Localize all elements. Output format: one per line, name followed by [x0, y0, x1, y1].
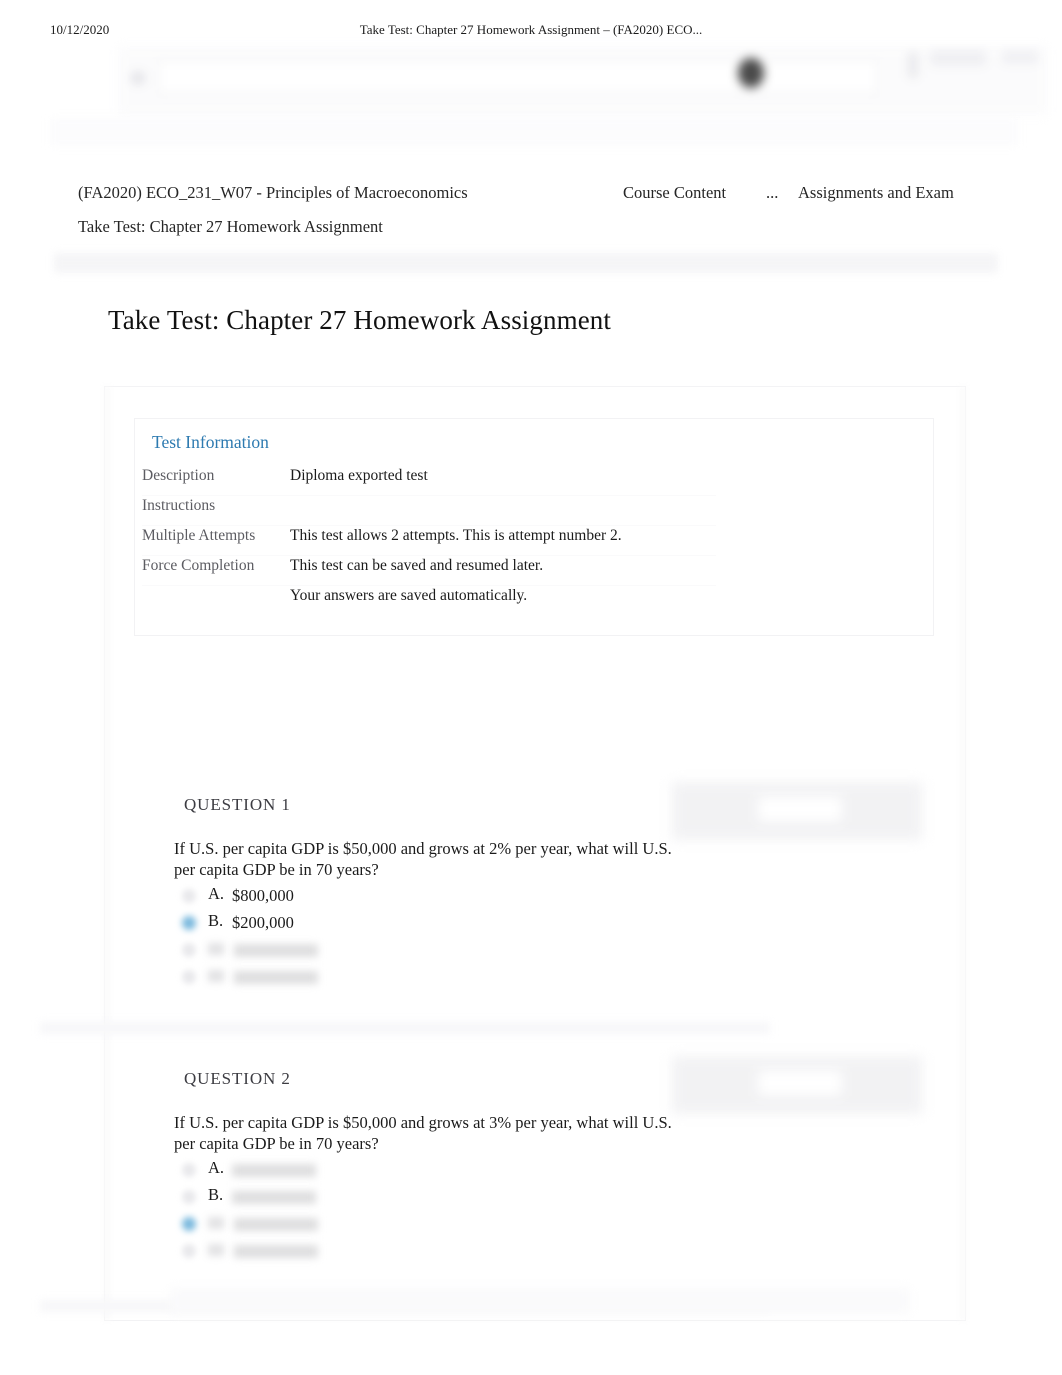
search-input[interactable]: [158, 60, 878, 94]
nav-separator: [54, 253, 998, 273]
question-points-badge: [672, 782, 922, 840]
question-block: QUESTION 1 If U.S. per capita GDP is $50,…: [134, 782, 934, 1040]
answer-option[interactable]: A. $800,000: [174, 884, 594, 911]
answer-option-text: [232, 1164, 316, 1177]
question-number-label: QUESTION 1: [184, 795, 291, 814]
radio-button-icon[interactable]: [182, 889, 196, 903]
answer-option-letter: [208, 970, 224, 982]
toolbar-icon-a[interactable]: [908, 52, 918, 78]
answer-option[interactable]: A.: [174, 1158, 594, 1185]
answer-option-letter: B.: [208, 911, 224, 930]
question-points-value: [758, 1070, 842, 1096]
answer-option[interactable]: B.: [174, 1185, 594, 1212]
answer-option-text: $200,000: [232, 913, 294, 932]
radio-button-icon[interactable]: [182, 943, 196, 957]
answer-option-letter: B.: [208, 1185, 224, 1204]
question-options: A. $800,000 B. $200,000: [174, 884, 594, 992]
answer-option-letter: [208, 1217, 224, 1229]
test-info-row: Instructions: [142, 496, 716, 526]
radio-button-icon[interactable]: [182, 1244, 196, 1258]
card-edge-left: [104, 386, 110, 1321]
page-footer-area: [170, 1288, 910, 1314]
test-info-label: Description: [142, 467, 215, 484]
test-info-label: Multiple Attempts: [142, 527, 256, 544]
test-info-value: Diploma exported test: [290, 467, 428, 484]
answer-option-letter: [208, 943, 224, 955]
answer-option[interactable]: B. $200,000: [174, 911, 594, 938]
chrome-secondary-bar: [50, 118, 1018, 146]
answer-option[interactable]: [174, 965, 594, 992]
question-options: A. B.: [174, 1158, 594, 1266]
test-info-label: [142, 586, 290, 587]
answer-option[interactable]: [174, 1212, 594, 1239]
question-header: QUESTION 2: [134, 1056, 934, 1118]
card-edge-right: [960, 386, 966, 1321]
question-number-label: QUESTION 2: [184, 1069, 291, 1088]
print-document-title: Take Test: Chapter 27 Homework Assignmen…: [359, 22, 703, 37]
test-info-value: This test allows 2 attempts. This is att…: [290, 527, 622, 544]
radio-button-icon[interactable]: [182, 1190, 196, 1204]
test-info-row: Force Completion This test can be saved a…: [142, 556, 716, 586]
test-information-table: Description Diploma exported test Instruct…: [142, 466, 716, 616]
answer-option[interactable]: [174, 1239, 594, 1266]
answer-option-text: [234, 971, 318, 984]
question-header: QUESTION 1: [134, 782, 934, 844]
test-info-label: Force Completion: [142, 557, 255, 574]
radio-button-icon[interactable]: [182, 1163, 196, 1177]
test-info-label: Instructions: [142, 497, 216, 514]
toolbar-icon-b[interactable]: [930, 50, 986, 66]
page-title: Take Test: Chapter 27 Homework Assignmen…: [108, 305, 611, 335]
test-information-heading: Test Information: [152, 432, 269, 452]
answer-option-letter: A.: [208, 1158, 225, 1177]
answer-option[interactable]: [174, 938, 594, 965]
question-text: If U.S. per capita GDP is $50,000 and gr…: [174, 839, 672, 880]
test-info-value: [290, 496, 716, 516]
menu-icon[interactable]: [132, 72, 144, 84]
answer-option-text: [232, 1191, 316, 1204]
avatar[interactable]: [738, 58, 764, 88]
answer-option-text: [234, 1245, 318, 1258]
answer-option-letter: [208, 1244, 224, 1256]
breadcrumb-course-content-link[interactable]: Course Content: [623, 183, 726, 203]
question-text: If U.S. per capita GDP is $50,000 and gr…: [174, 1113, 672, 1154]
breadcrumb-ellipsis[interactable]: ...: [766, 183, 778, 203]
answer-option-text: $800,000: [232, 886, 294, 905]
question-points-value: [758, 796, 842, 822]
answer-option-letter: A.: [208, 884, 225, 903]
answer-option-text: [234, 944, 318, 957]
test-info-value: This test can be saved and resumed later…: [290, 557, 544, 574]
breadcrumb-assignments-link[interactable]: Assignments and Exam: [798, 183, 954, 203]
test-info-row: Your answers are saved automatically.: [142, 586, 716, 616]
question-points-badge: [672, 1056, 922, 1114]
breadcrumb-course-link[interactable]: (FA2020) ECO_231_W07 - Principles of Mac…: [78, 183, 468, 203]
radio-button-icon[interactable]: [182, 916, 196, 930]
radio-button-icon[interactable]: [182, 1217, 196, 1231]
breadcrumb-current-page: Take Test: Chapter 27 Homework Assignmen…: [78, 217, 383, 236]
test-info-row: Multiple Attempts This test allows 2 atte…: [142, 526, 716, 556]
browser-chrome-bar: [118, 46, 1048, 116]
test-info-value: Your answers are saved automatically.: [290, 587, 528, 604]
breadcrumb: (FA2020) ECO_231_W07 - Principles of Mac…: [78, 183, 984, 249]
test-info-row: Description Diploma exported test: [142, 466, 716, 496]
question-divider: [40, 1022, 770, 1034]
question-block: QUESTION 2 If U.S. per capita GDP is $50,…: [134, 1056, 934, 1322]
print-header: 10/12/2020 Take Test: Chapter 27 Homewor…: [0, 22, 1062, 46]
radio-button-icon[interactable]: [182, 970, 196, 984]
answer-option-text: [234, 1218, 318, 1231]
toolbar-icon-c[interactable]: [1002, 50, 1038, 64]
